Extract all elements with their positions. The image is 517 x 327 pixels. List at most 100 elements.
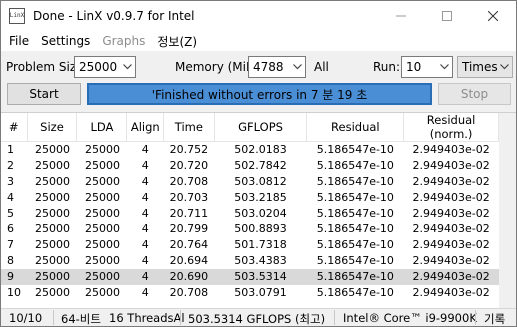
cell-align: 4 [141,238,149,252]
cell-gflops: 502.7842 [234,158,287,172]
menu-file[interactable]: File [3,34,35,48]
cell-lda: 25000 [84,190,120,204]
run-unit-select[interactable]: Times [457,56,513,78]
table-row[interactable]: 2 25000 25000 4 20.720 502.7842 5.186547e-10 2.… [1,157,499,173]
cell-time: 20.711 [169,206,209,220]
cell-residual-norm: 2.949403e-02 [412,158,490,172]
cell-residual-norm: 2.949403e-02 [412,143,490,157]
cell-lda: 25000 [84,174,120,188]
stop-button[interactable]: Stop [438,83,511,105]
cell-residual-norm: 2.949403e-02 [412,238,490,252]
cell-gflops: 503.5314 [214,268,307,285]
cell-residual: 5.186547e-10 [316,190,394,204]
table-scroll-gutter [499,113,516,309]
cell-residual-norm: 2.949403e-02 [412,254,490,268]
cell-align: 4 [141,206,149,220]
column-header-residual[interactable]: Residual [306,113,405,142]
cell-gflops: 501.7318 [234,238,287,252]
cell-size: 25000 [35,143,70,157]
cell-residual: 5.186547e-10 [316,143,394,157]
run-count-value: 10 [406,60,422,74]
problem-size-select[interactable]: 25000 [74,56,136,78]
cell-lda: 25000 [84,285,120,299]
menu-graphs[interactable]: Graphs [96,34,151,48]
cell-time: 20.720 [169,158,209,172]
cell-align: 4 [141,222,149,236]
results-table: # Size LDA Align Time GFLOPS Residual Re… [1,113,499,300]
table-row[interactable]: 8 25000 25000 4 20.694 503.4383 5.186547e-10 2.… [1,253,499,269]
cell-time: 20.708 [169,285,209,299]
cell-residual: 5.186547e-10 [316,174,394,188]
status-divider [475,310,476,325]
cell-size: 25000 [35,158,70,172]
cell-number: 8 [7,254,14,268]
cell-gflops: 503.2185 [234,190,287,204]
title-bar[interactable]: LinX Done - LinX v0.9.7 for Intel [1,1,516,31]
cell-gflops: 503.4383 [234,254,287,268]
cell-number: 1 [7,143,14,157]
all-button[interactable]: All [314,60,329,74]
status-bar: 10/10 64-비트 16 ThreadsAl 503.5314 GFLOPS… [1,308,516,326]
minimize-icon [396,15,406,17]
minimize-button[interactable] [378,1,424,31]
window-title: Done - LinX v0.9.7 for Intel [33,9,195,23]
column-header-residual-norm[interactable]: Residual (norm.) [403,113,499,142]
column-header-size[interactable]: Size [27,113,78,142]
settings-row: Problem Size: 25000 Memory (MiB): 4788 A… [1,51,516,81]
cell-residual: 5.186547e-10 [316,285,394,299]
chevron-down-icon [436,57,452,77]
cell-lda: 25000 [84,206,120,220]
table-row[interactable]: 10 25000 25000 4 20.708 503.0791 5.186547e-10 2… [1,285,499,301]
cell-align: 4 [141,158,149,172]
menu-info[interactable]: 정보(Z) [151,33,203,50]
status-divider [334,310,335,325]
cell-size: 25000 [35,238,70,252]
cell-align: 4 [141,174,149,188]
table-row[interactable]: 5 25000 25000 4 20.711 503.0204 5.186547e-10 2.… [1,205,499,221]
cell-gflops: 503.0204 [234,206,287,220]
table-row[interactable]: 9 25000 25000 4 20.690 503.5314 5.186547e-10 2.… [1,268,499,285]
table-body: 1 25000 25000 4 20.752 502.0183 5.186547e-10 2.… [1,142,499,301]
results-table-container[interactable]: # Size LDA Align Time GFLOPS Residual Re… [1,112,516,309]
status-progress-count: 10/10 [9,311,43,325]
cell-time: 20.752 [169,143,209,157]
cell-residual: 5.186547e-10 [316,206,394,220]
table-row[interactable]: 6 25000 25000 4 20.799 500.8893 5.186547e-10 2.… [1,221,499,237]
column-header-number[interactable]: # [1,113,28,142]
menu-settings[interactable]: Settings [35,34,96,48]
close-button[interactable] [470,1,516,31]
table-row[interactable]: 4 25000 25000 4 20.703 503.2185 5.186547e-10 2.… [1,189,499,205]
column-header-gflops[interactable]: GFLOPS [214,113,308,142]
cell-time: 20.764 [169,238,209,252]
window-controls [378,1,516,31]
table-row[interactable]: 7 25000 25000 4 20.764 501.7318 5.186547e-10 2.… [1,237,499,253]
cell-number: 3 [7,174,14,188]
table-row[interactable]: 3 25000 25000 4 20.708 503.0812 5.186547e-10 2.… [1,173,499,189]
cell-size: 25000 [35,285,70,299]
status-log-link[interactable]: 기록 [484,311,505,327]
cell-lda: 25000 [76,268,127,285]
cell-residual-norm: 2.949403e-02 [412,174,490,188]
cell-number: 9 [1,268,27,285]
cell-lda: 25000 [84,158,120,172]
cell-align: 4 [141,254,149,268]
table-row[interactable]: 1 25000 25000 4 20.752 502.0183 5.186547e-10 2.… [1,142,499,158]
cell-residual-norm: 2.949403e-02 [403,268,499,285]
column-header-lda[interactable]: LDA [76,113,128,142]
cell-residual: 5.186547e-10 [316,238,394,252]
status-divider [53,310,54,325]
cell-lda: 25000 [84,143,120,157]
cell-lda: 25000 [84,238,120,252]
maximize-button[interactable] [424,1,470,31]
cell-number: 6 [7,222,14,236]
run-count-select[interactable]: 10 [401,56,453,78]
maximize-icon [442,11,452,21]
column-header-time[interactable]: Time [163,113,215,142]
cell-lda: 25000 [84,222,120,236]
memory-select[interactable]: 4788 [248,56,306,78]
cell-residual: 5.186547e-10 [316,158,394,172]
cell-size: 25000 [35,206,70,220]
menu-bar: File Settings Graphs 정보(Z) [1,31,516,51]
column-header-align[interactable]: Align [126,113,165,142]
start-button[interactable]: Start [7,83,81,105]
